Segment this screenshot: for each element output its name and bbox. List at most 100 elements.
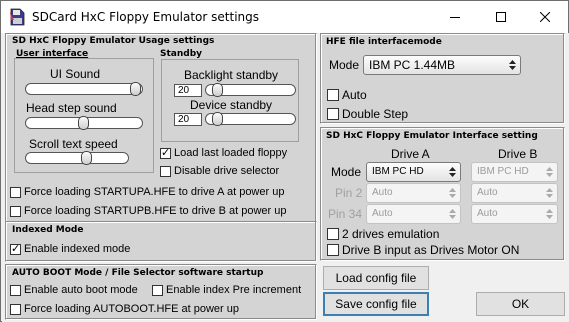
- load-last-floppy-checkbox[interactable]: ✓ Load last loaded floppy: [160, 147, 287, 159]
- hfe-interface-panel: HFE file interfacemode Mode IBM PC 1.44M…: [320, 33, 565, 124]
- updown-arrows-icon: [546, 209, 553, 219]
- updown-arrows-icon: [546, 167, 553, 177]
- ui-sound-slider-knob[interactable]: [130, 82, 141, 96]
- disable-drive-selector-label: Disable drive selector: [174, 165, 280, 177]
- updown-arrows-icon: [546, 188, 553, 198]
- two-drives-emulation-checkbox[interactable]: 2 drives emulation: [327, 227, 439, 241]
- pin34-row-label: Pin 34: [328, 207, 363, 221]
- autoboot-heading: AUTO BOOT Mode / File Selector software …: [12, 268, 264, 278]
- enable-autoboot-checkbox[interactable]: Enable auto boot mode: [10, 284, 138, 296]
- enable-indexed-mode-box[interactable]: ✓: [10, 242, 21, 255]
- enable-index-pre-increment-label: Enable index Pre increment: [166, 284, 302, 296]
- force-startupb-checkbox[interactable]: Force loading STARTUPB.HFE to drive B at…: [10, 205, 286, 217]
- close-button[interactable]: [522, 1, 568, 33]
- drive-b-header: Drive B: [498, 147, 538, 161]
- device-standby-slider[interactable]: [205, 112, 296, 126]
- device-standby-value[interactable]: 20: [174, 113, 202, 126]
- enable-autoboot-label: Enable auto boot mode: [24, 284, 138, 296]
- drive-b-pin2-value: Auto: [477, 187, 498, 198]
- head-step-sound-label: Head step sound: [26, 101, 117, 115]
- save-config-button[interactable]: Save config file: [323, 292, 429, 316]
- hfe-mode-select[interactable]: IBM PC 1.44MB: [363, 55, 521, 75]
- drive-a-pin2-value: Auto: [372, 187, 393, 198]
- enable-indexed-mode-checkbox[interactable]: ✓ Enable indexed mode: [10, 243, 130, 255]
- two-drives-emulation-box[interactable]: [327, 228, 339, 240]
- drive-b-pin34-select[interactable]: Auto: [471, 204, 558, 224]
- disable-drive-selector-checkbox[interactable]: Disable drive selector: [160, 165, 279, 177]
- force-autoboot-checkbox[interactable]: Force loading AUTOBOOT.HFE at power up: [10, 303, 239, 315]
- window-title: SDCard HxC Floppy Emulator settings: [32, 10, 260, 24]
- drive-b-mode-select[interactable]: IBM PC HD: [471, 162, 558, 182]
- drive-a-mode-select[interactable]: IBM PC HD: [366, 162, 461, 182]
- indexed-mode-heading: Indexed Mode: [12, 225, 84, 235]
- pin2-row-label: Pin 2: [335, 186, 363, 200]
- head-step-sound-slider[interactable]: [25, 116, 143, 130]
- enable-index-pre-increment-checkbox[interactable]: Enable index Pre increment: [152, 284, 301, 296]
- backlight-standby-slider[interactable]: [205, 83, 296, 97]
- enable-index-pre-increment-box[interactable]: [152, 284, 163, 296]
- updown-arrows-icon: [449, 188, 456, 198]
- minimize-icon: [450, 17, 460, 18]
- indexed-mode-panel: Indexed Mode ✓ Enable indexed mode: [5, 221, 317, 262]
- hfe-auto-box[interactable]: [327, 89, 339, 101]
- maximize-button[interactable]: [478, 1, 524, 33]
- drive-b-pin34-value: Auto: [477, 208, 498, 219]
- hfe-auto-label: Auto: [342, 88, 367, 102]
- load-config-button[interactable]: Load config file: [323, 266, 429, 290]
- drive-b-pin2-select[interactable]: Auto: [471, 183, 558, 203]
- hfe-auto-checkbox[interactable]: Auto: [327, 88, 367, 102]
- backlight-standby-slider-knob[interactable]: [212, 83, 223, 97]
- scroll-text-speed-slider-knob[interactable]: [81, 151, 92, 165]
- drive-a-pin2-select[interactable]: Auto: [366, 183, 461, 203]
- usage-settings-panel: SD HxC Floppy Emulator Usage settings Us…: [5, 33, 317, 248]
- settings-window: SDCard HxC Floppy Emulator settings SD H…: [0, 0, 569, 322]
- checkmark-icon: ✓: [11, 242, 21, 255]
- updown-arrows-icon: [449, 167, 456, 177]
- backlight-standby-value[interactable]: 20: [174, 84, 202, 97]
- device-standby-slider-knob[interactable]: [212, 112, 223, 126]
- floppy-app-icon: [10, 8, 25, 26]
- force-startupb-box[interactable]: [10, 205, 21, 217]
- ui-sound-label: UI Sound: [50, 67, 101, 81]
- scroll-text-speed-label: Scroll text speed: [29, 137, 118, 151]
- updown-arrows-icon: [449, 209, 456, 219]
- interface-heading: SD HxC Floppy Emulator Interface setting: [326, 131, 538, 141]
- hfe-heading: HFE file interfacemode: [326, 37, 442, 47]
- mode-row-label: Mode: [331, 165, 362, 179]
- updown-arrows-icon: [509, 60, 516, 70]
- checkmark-icon: ✓: [161, 146, 171, 159]
- drive-a-pin34-value: Auto: [372, 208, 393, 219]
- title-bar: SDCard HxC Floppy Emulator settings: [1, 1, 568, 33]
- drive-a-pin34-select[interactable]: Auto: [366, 204, 461, 224]
- drive-b-motor-box[interactable]: [327, 244, 339, 256]
- standby-heading: Standby: [160, 49, 203, 59]
- force-startupa-box[interactable]: [10, 186, 21, 198]
- ui-sound-slider[interactable]: [25, 82, 143, 96]
- client-area: SD HxC Floppy Emulator Usage settings Us…: [2, 33, 569, 322]
- load-last-floppy-box[interactable]: ✓: [160, 146, 171, 159]
- double-step-box[interactable]: [327, 108, 339, 120]
- scroll-text-speed-slider[interactable]: [25, 151, 129, 165]
- close-icon: [540, 12, 550, 22]
- load-last-floppy-label: Load last loaded floppy: [174, 147, 288, 159]
- drive-b-mode-value: IBM PC HD: [477, 166, 529, 177]
- double-step-label: Double Step: [342, 107, 409, 121]
- head-step-sound-slider-knob[interactable]: [78, 116, 89, 130]
- double-step-checkbox[interactable]: Double Step: [327, 107, 408, 121]
- force-startupb-label: Force loading STARTUPB.HFE to drive B at…: [24, 205, 287, 217]
- drive-a-mode-value: IBM PC HD: [372, 166, 424, 177]
- force-autoboot-box[interactable]: [10, 303, 21, 315]
- hfe-mode-label: Mode: [329, 58, 360, 72]
- disable-drive-selector-box[interactable]: [160, 165, 171, 177]
- device-standby-label: Device standby: [190, 98, 273, 112]
- force-startupa-checkbox[interactable]: Force loading STARTUPA.HFE to drive A at…: [10, 186, 284, 198]
- drive-b-motor-checkbox[interactable]: Drive B input as Drives Motor ON: [327, 243, 519, 257]
- autoboot-panel: AUTO BOOT Mode / File Selector software …: [5, 264, 317, 320]
- enable-autoboot-box[interactable]: [10, 284, 21, 296]
- drive-b-motor-label: Drive B input as Drives Motor ON: [342, 243, 520, 257]
- force-autoboot-label: Force loading AUTOBOOT.HFE at power up: [24, 303, 239, 315]
- force-startupa-label: Force loading STARTUPA.HFE to drive A at…: [24, 186, 285, 198]
- ok-button[interactable]: OK: [476, 292, 565, 316]
- drive-a-header: Drive A: [391, 147, 430, 161]
- minimize-button[interactable]: [432, 1, 478, 33]
